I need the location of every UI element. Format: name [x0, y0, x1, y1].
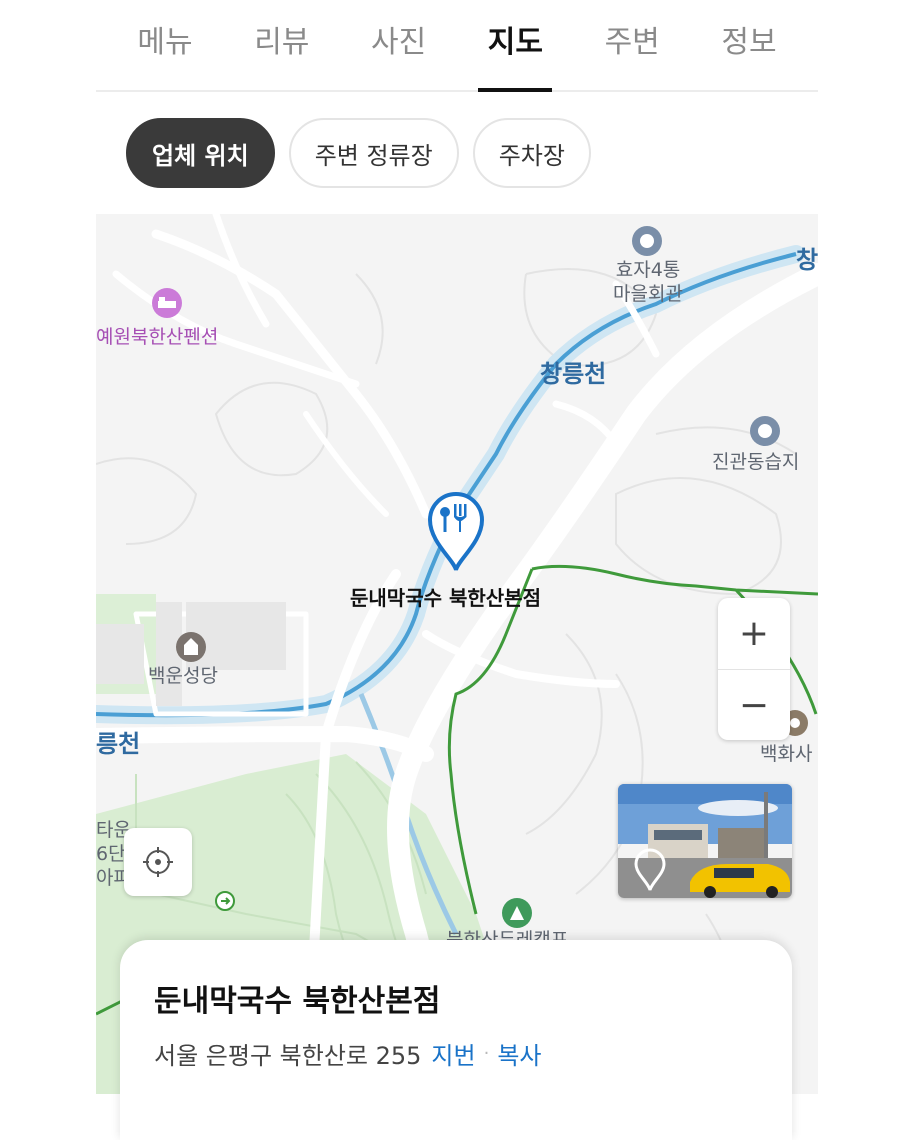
tab-map[interactable]: 지도 — [478, 0, 553, 92]
locate-button[interactable] — [124, 828, 192, 896]
tab-menu[interactable]: 메뉴 — [128, 0, 202, 90]
poi-label-jingwan[interactable]: 진관동습지 — [712, 450, 799, 474]
restaurant-pin-icon[interactable] — [424, 490, 488, 574]
poi-circle-icon[interactable] — [748, 414, 782, 448]
river-label-right: 창 — [796, 246, 818, 274]
tab-nearby[interactable]: 주변 — [595, 0, 669, 90]
zoom-in-button[interactable]: + — [718, 598, 790, 669]
address-row: 서울 은평구 북한산로 255 지번 · 복사 — [154, 1036, 542, 1071]
place-title: 둔내막국수 북한산본점 — [154, 984, 441, 1019]
poi-label-hyoja[interactable]: 효자4통 마을회관 — [600, 258, 696, 306]
poi-label-church[interactable]: 백운성당 — [148, 664, 218, 688]
church-icon[interactable] — [174, 630, 208, 664]
tab-reviews[interactable]: 리뷰 — [245, 0, 319, 90]
poi-circle-icon[interactable] — [630, 224, 664, 258]
chip-nearby-stops[interactable]: 주변 정류장 — [288, 118, 459, 188]
poi-label-hyoja-line2: 마을회관 — [613, 283, 683, 305]
trail-arrow-icon — [215, 891, 235, 911]
place-info-card[interactable]: 둔내막국수 북한산본점 서울 은평구 북한산로 255 지번 · 복사 — [120, 940, 792, 1140]
chip-business-location[interactable]: 업체 위치 — [126, 118, 275, 188]
separator-dot: · — [483, 1043, 490, 1064]
river-label-left: 릉천 — [96, 730, 141, 758]
zoom-control: + − — [718, 598, 790, 740]
zoom-out-button[interactable]: − — [718, 669, 790, 741]
tab-info[interactable]: 정보 — [712, 0, 786, 90]
chip-parking[interactable]: 주차장 — [472, 118, 591, 188]
pension-bed-icon[interactable] — [150, 286, 184, 320]
roadview-pin-icon — [634, 848, 666, 891]
filter-chips: 업체 위치 주변 정류장 주차장 — [126, 118, 591, 188]
poi-label-pension[interactable]: 예원북한산펜션 — [96, 322, 218, 349]
jibun-button[interactable]: 지번 — [431, 1036, 475, 1071]
copy-button[interactable]: 복사 — [497, 1036, 541, 1071]
camp-icon[interactable] — [500, 896, 534, 930]
poi-label-hyoja-line1: 효자4통 — [615, 259, 681, 281]
tab-photos[interactable]: 사진 — [362, 0, 436, 90]
river-label-main: 창릉천 — [540, 360, 607, 388]
roadview-thumbnail[interactable] — [618, 784, 792, 898]
address-text: 서울 은평구 북한산로 255 — [154, 1042, 422, 1070]
tab-bar: 메뉴 리뷰 사진 지도 주변 정보 — [96, 0, 818, 92]
poi-label-baekhwa[interactable]: 백화사 — [760, 742, 812, 766]
locate-icon — [143, 847, 173, 877]
marker-label[interactable]: 둔내막국수 북한산본점 — [350, 582, 541, 611]
